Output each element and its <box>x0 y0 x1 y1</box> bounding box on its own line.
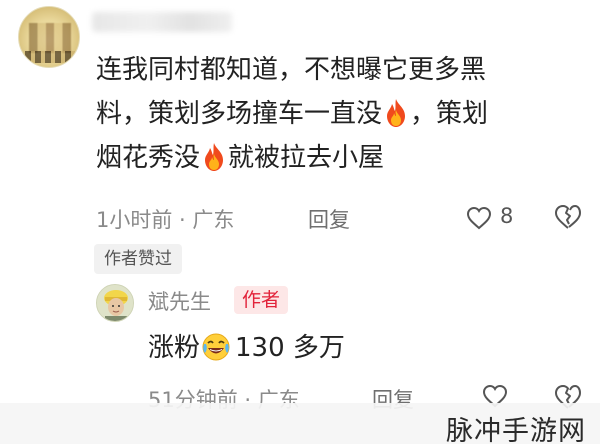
comment-line-1: 连我同村都知道，不想曝它更多黑 <box>96 55 487 85</box>
reply-avatar[interactable] <box>96 284 134 322</box>
watermark-text: 脉冲手游网 <box>446 416 586 444</box>
comment-body: 连我同村都知道，不想曝它更多黑 料，策划多场撞车一直没 ，策划 烟花秀没 就被拉… <box>96 48 576 180</box>
comment-meta-row: 1小时前 · 广东 回复 8 <box>96 200 596 234</box>
laughing-tears-emoji-icon <box>202 333 230 361</box>
reply-author-name[interactable]: 斌先生 <box>148 286 211 316</box>
comment-line-2: 料，策划多场撞车一直没 ，策划 <box>96 99 489 129</box>
reply-body: 涨粉 130 多万 <box>148 333 345 363</box>
fire-emoji-icon <box>205 143 224 171</box>
reply-button[interactable]: 回复 <box>308 204 350 234</box>
heart-outline-icon <box>466 206 492 230</box>
comment-line-3: 烟花秀没 就被拉去小屋 <box>96 143 385 173</box>
like-count: 8 <box>500 204 514 228</box>
fire-emoji-icon <box>387 99 406 127</box>
commenter-name-blurred[interactable] <box>92 12 232 32</box>
broken-heart-outline-icon[interactable] <box>554 204 582 230</box>
author-liked-badge: 作者赞过 <box>94 244 182 274</box>
person-avatar-icon <box>97 285 133 321</box>
author-tag: 作者 <box>234 286 289 314</box>
avatar-mosaic-text <box>25 51 75 63</box>
avatar-mosaic <box>29 23 71 53</box>
like-button[interactable]: 8 <box>466 204 526 234</box>
commenter-avatar[interactable] <box>18 6 80 68</box>
comment-time-location: 1小时前 · 广东 <box>96 208 235 232</box>
